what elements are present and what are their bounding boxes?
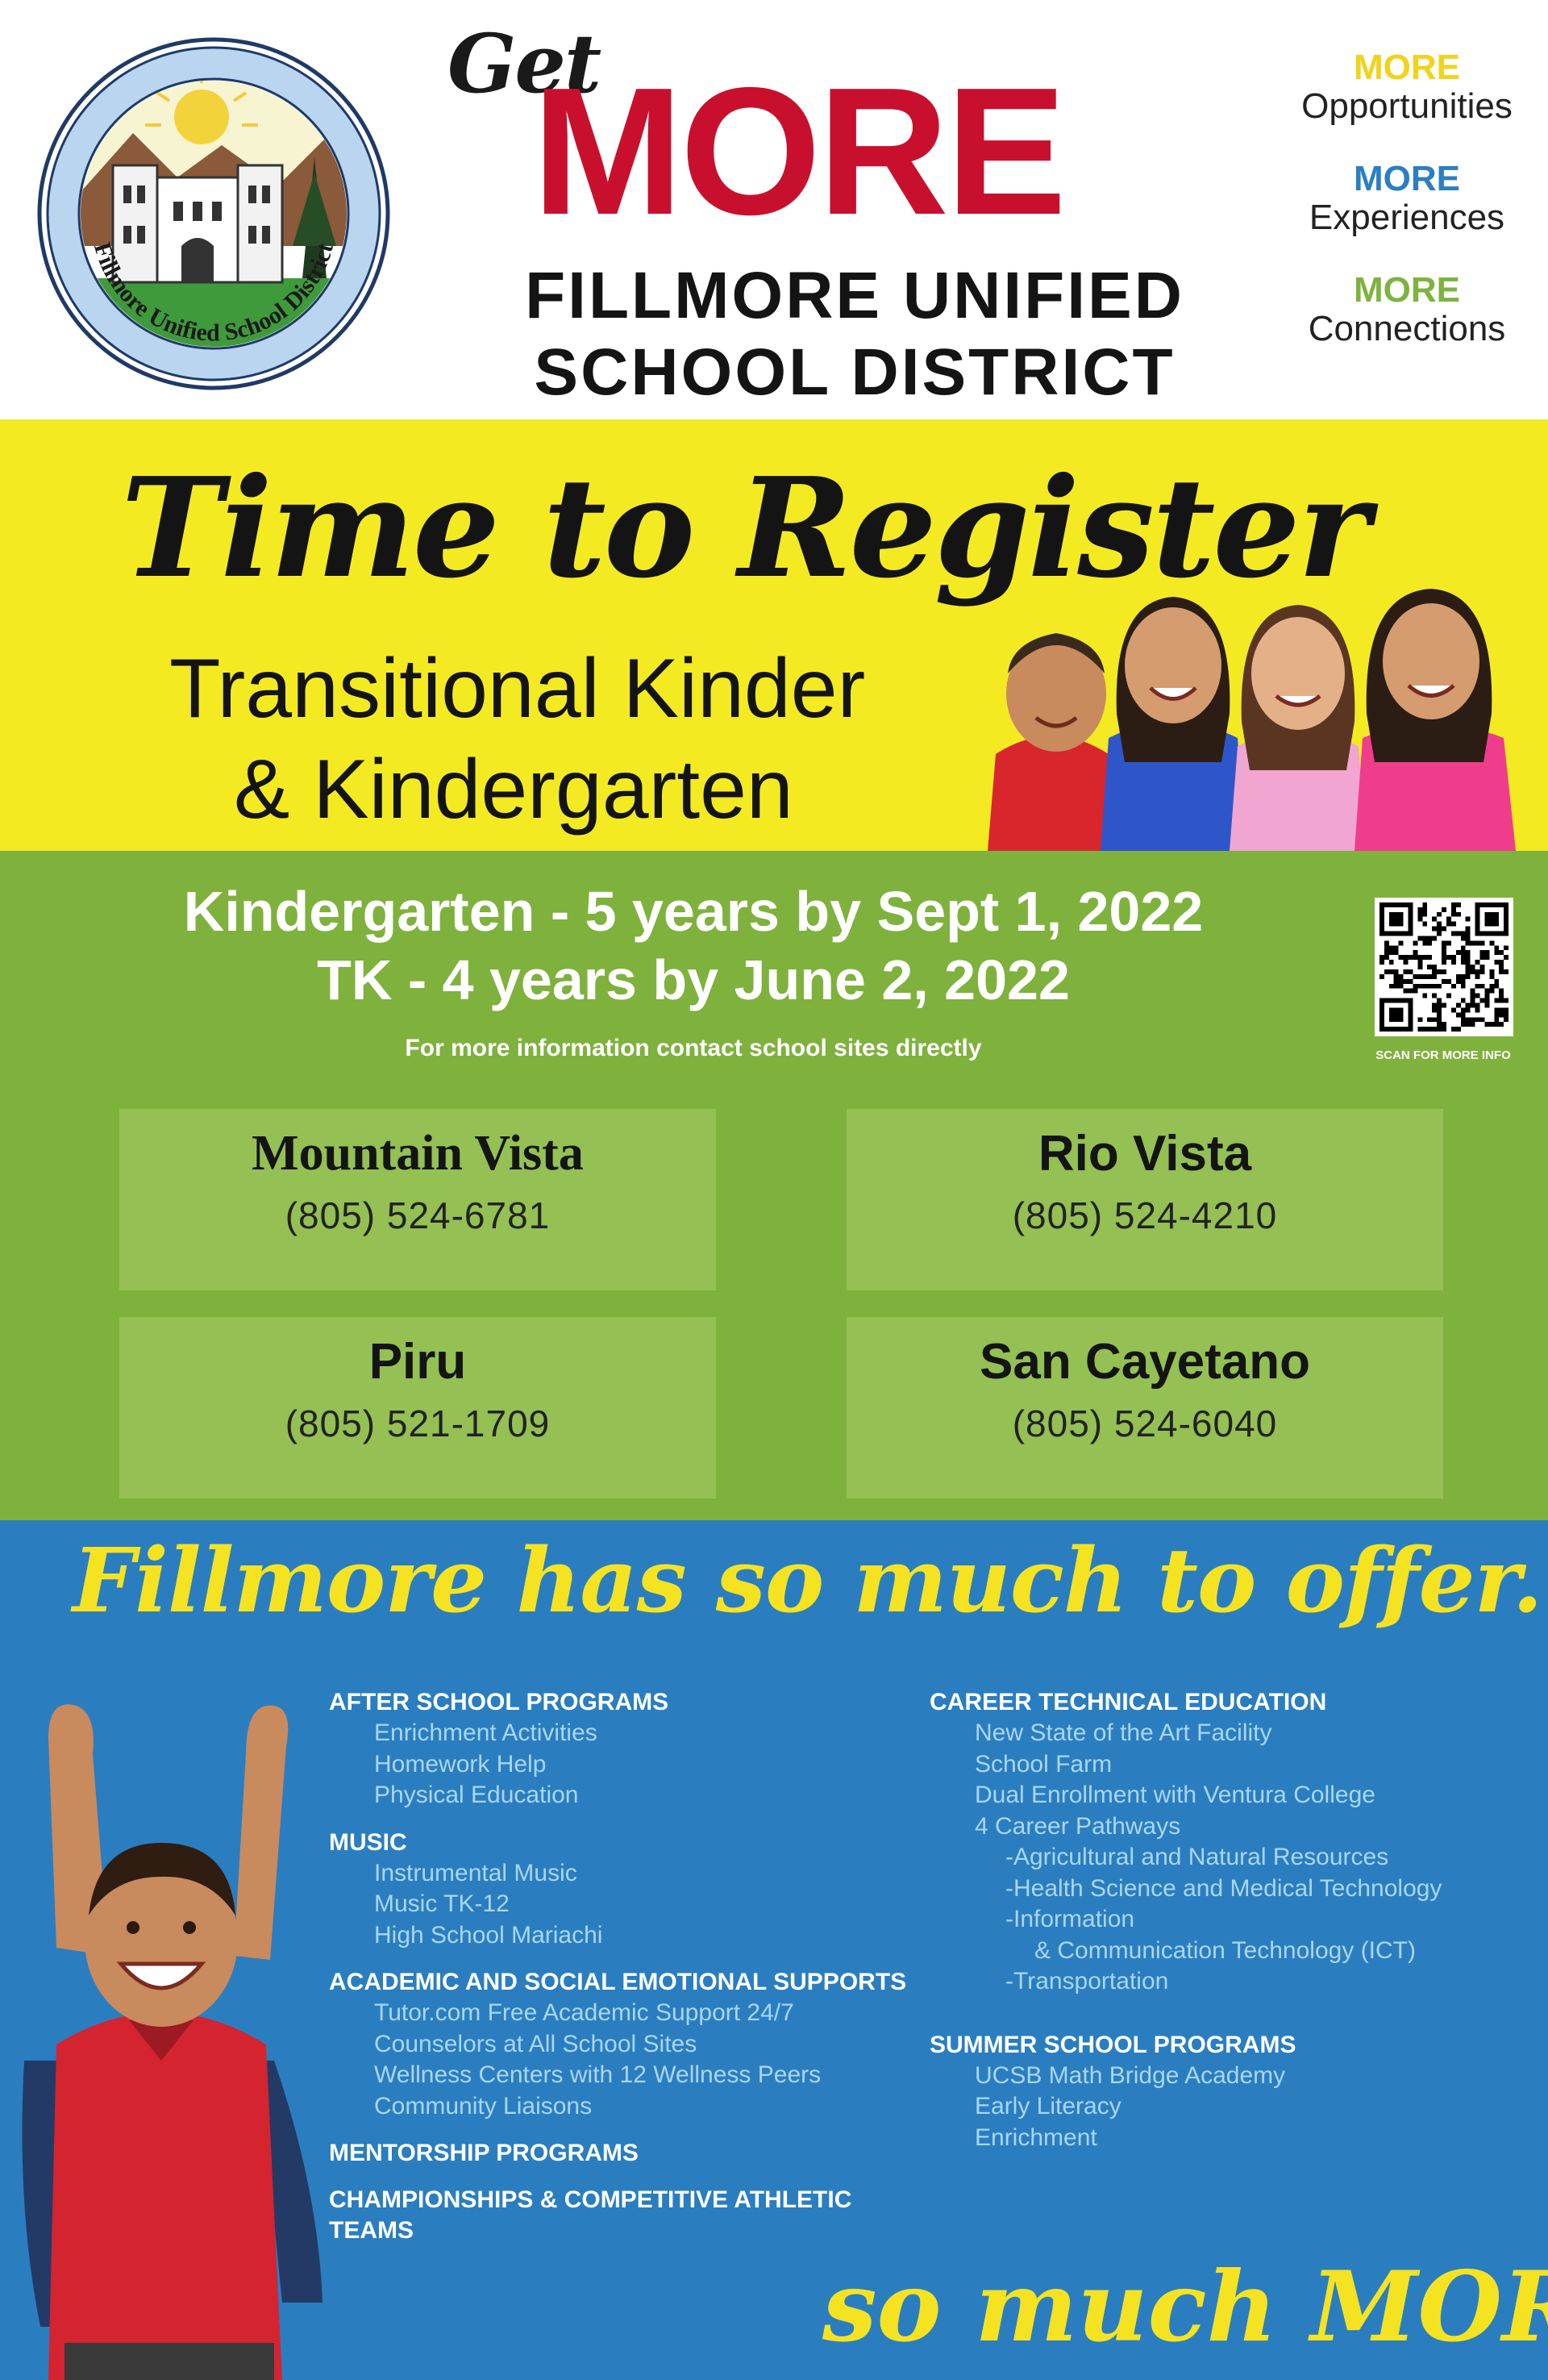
pathway-item: -Health Science and Medical Technology <box>1005 1874 1442 1902</box>
school-card-san-cayetano: San Cayetano (805) 524-6040 <box>847 1317 1443 1498</box>
list-item: Counselors at All School Sites <box>374 2030 697 2057</box>
list-item: Tutor.com Free Academic Support 24/7 <box>374 1999 794 2026</box>
list-item: Enrichment Activities <box>374 1719 597 1746</box>
school-name: San Cayetano <box>979 1334 1311 1390</box>
school-name: Mountain Vista <box>252 1126 584 1181</box>
list-item: Wellness Centers with 12 Wellness Peers <box>374 2061 822 2088</box>
kindergarten-age-requirement: Kindergarten - 5 years by Sept 1, 2022 <box>183 880 1204 943</box>
contact-note: For more information contact school site… <box>405 1035 982 1061</box>
qr-caption: SCAN FOR MORE INFO <box>1375 1048 1511 1062</box>
pathway-item-continued: & Communication Technology (ICT) <box>1034 1936 1416 1964</box>
tagline-more: MORE <box>1354 48 1460 87</box>
offerings-title: Fillmore has so much to offer... <box>73 1528 1548 1632</box>
offerings-left-column: AFTER SCHOOL PROGRAMS Enrichment Activit… <box>329 1687 942 2246</box>
heading-summer-school: SUMMER SCHOOL PROGRAMS <box>930 2031 1296 2058</box>
qr-code[interactable] <box>1375 898 1513 1036</box>
district-name-line-1: FILLMORE UNIFIED <box>525 259 1184 332</box>
tagline-word: Opportunities <box>1301 86 1513 126</box>
tagline-word: Connections <box>1308 309 1506 348</box>
tagline-more: MORE <box>1354 159 1460 198</box>
more-word: MORE <box>532 49 1067 252</box>
school-phone[interactable]: (805) 521-1709 <box>119 1402 716 1445</box>
list-item: Dual Enrollment with Ventura College <box>975 1782 1375 1808</box>
school-phone[interactable]: (805) 524-6781 <box>119 1194 716 1237</box>
list-item: Music TK-12 <box>374 1890 510 1917</box>
heading-music: MUSIC <box>329 1828 407 1856</box>
list-item: High School Mariachi <box>374 1921 603 1949</box>
list-item: Homework Help <box>374 1750 547 1778</box>
register-subtitle-line-2: & Kindergarten <box>234 743 793 836</box>
list-item: Enrichment <box>975 2124 1097 2151</box>
school-phone[interactable]: (805) 524-6040 <box>847 1402 1443 1445</box>
list-item: School Farm <box>975 1750 1113 1778</box>
list-item: Early Literacy <box>975 2093 1121 2119</box>
kids-photo <box>988 589 1516 851</box>
tagline-experiences: MORE Experiences <box>1282 160 1532 237</box>
tagline-more: MORE <box>1354 270 1460 310</box>
boy-photo <box>22 1704 322 2380</box>
school-name: Rio Vista <box>1038 1126 1252 1182</box>
header: Fillmore Unified School District Get MOR… <box>0 0 1548 419</box>
list-item: Instrumental Music <box>374 1859 577 1886</box>
heading-career-technical: CAREER TECHNICAL EDUCATION <box>930 1689 1327 1715</box>
heading-mentorship: MENTORSHIP PROGRAMS <box>329 2140 639 2166</box>
register-subtitle-line-1: Transitional Kinder <box>169 642 866 736</box>
district-name-line-2: SCHOOL DISTRICT <box>534 336 1176 409</box>
heading-after-school: AFTER SCHOOL PROGRAMS <box>329 1689 669 1715</box>
list-item: 4 Career Pathways <box>975 1812 1181 1840</box>
school-card-rio-vista: Rio Vista (805) 524-4210 <box>847 1109 1443 1290</box>
list-item: New State of the Art Facility <box>975 1719 1272 1746</box>
tk-age-requirement: TK - 4 years by June 2, 2022 <box>317 948 1070 1011</box>
list-item: Physical Education <box>374 1782 579 1808</box>
school-card-piru: Piru (805) 521-1709 <box>119 1317 716 1498</box>
school-name: Piru <box>368 1334 467 1390</box>
list-item: Community Liaisons <box>374 2092 593 2119</box>
register-section: Time to Register Transitional Kinder & K… <box>0 419 1548 851</box>
school-card-mountain-vista: Mountain Vista (805) 524-6781 <box>119 1109 716 1290</box>
closing-slogan: so much MORE! <box>822 2250 1548 2364</box>
offerings-section: Fillmore has so much to offer... AFTER S… <box>0 1520 1548 2380</box>
district-logo-seal: Fillmore Unified School District <box>37 37 390 390</box>
tagline-word: Experiences <box>1309 198 1505 237</box>
tagline-connections: MORE Connections <box>1282 271 1532 348</box>
pathway-item: -Information <box>1005 1906 1135 1932</box>
pathway-item: -Transportation <box>1005 1968 1169 1994</box>
heading-academic-supports: ACADEMIC AND SOCIAL EMOTIONAL SUPPORTS <box>329 1969 907 1995</box>
school-phone[interactable]: (805) 524-4210 <box>847 1194 1443 1237</box>
pathway-item: -Agricultural and Natural Resources <box>1005 1844 1389 1870</box>
registration-info-section: Kindergarten - 5 years by Sept 1, 2022 T… <box>0 851 1548 1520</box>
offerings-right-column: CAREER TECHNICAL EDUCATION New State of … <box>930 1687 1542 2153</box>
list-item: UCSB Math Bridge Academy <box>975 2061 1286 2089</box>
tagline-opportunities: MORE Opportunities <box>1282 48 1532 126</box>
heading-athletics: CHAMPIONSHIPS & COMPETITIVE ATHLETIC TEA… <box>329 2186 852 2244</box>
